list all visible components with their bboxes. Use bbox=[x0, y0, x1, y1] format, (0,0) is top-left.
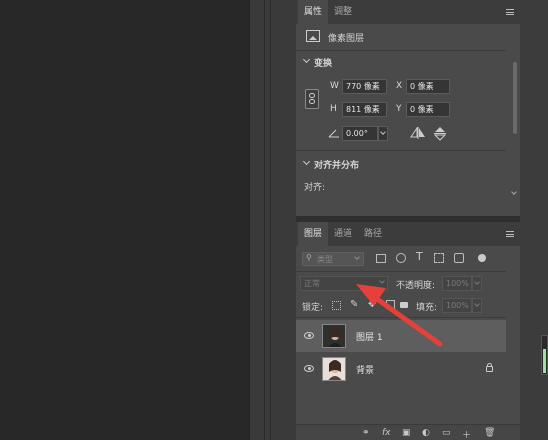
fill-dropdown[interactable] bbox=[472, 298, 482, 313]
filter-toggle-icon[interactable] bbox=[478, 254, 486, 262]
flip-vertical-icon[interactable] bbox=[433, 126, 447, 141]
filter-pixel-icon[interactable] bbox=[376, 254, 386, 263]
properties-panel: 属性 调整 像素图层 变换 W 770 像素 X 0 像素 H 811 像素 Y… bbox=[296, 0, 520, 216]
width-label: W bbox=[330, 81, 339, 91]
new-group-icon[interactable]: ▭ bbox=[442, 428, 451, 438]
link-layers-icon[interactable]: ⚭ bbox=[362, 428, 370, 438]
fx-icon[interactable]: fx bbox=[382, 428, 391, 438]
new-layer-icon[interactable]: ＋ bbox=[462, 428, 471, 440]
x-input[interactable]: 0 像素 bbox=[406, 79, 450, 94]
layer-name[interactable]: 背景 bbox=[356, 363, 374, 376]
filter-adjustment-icon[interactable] bbox=[396, 253, 406, 263]
filter-type-icon[interactable]: T bbox=[416, 250, 423, 263]
layer-filter-select[interactable]: ⚲ 类型 bbox=[302, 252, 364, 266]
adjustment-layer-icon[interactable]: ◐ bbox=[422, 428, 430, 438]
transform-section-title: 变换 bbox=[314, 59, 333, 69]
visibility-eye-icon[interactable] bbox=[304, 332, 314, 339]
filter-type-label: 类型 bbox=[317, 255, 333, 264]
tab-channels[interactable]: 通道 bbox=[328, 222, 358, 246]
width-input[interactable]: 770 像素 bbox=[342, 79, 387, 94]
opacity-dropdown[interactable] bbox=[472, 276, 482, 291]
visibility-eye-icon[interactable] bbox=[304, 365, 314, 372]
x-label: X bbox=[396, 81, 403, 91]
panel-dock-gutter bbox=[250, 0, 296, 440]
divider bbox=[296, 150, 506, 151]
divider bbox=[296, 50, 506, 51]
scroll-down-icon[interactable] bbox=[511, 189, 517, 195]
panel-menu-icon[interactable] bbox=[506, 231, 514, 237]
layers-footer: ⚭ fx ▣ ◐ ▭ ＋ 🗑 bbox=[296, 424, 520, 440]
angle-dropdown[interactable] bbox=[378, 126, 388, 141]
link-dimensions-icon[interactable] bbox=[305, 89, 319, 109]
background-lock-icon[interactable] bbox=[486, 363, 493, 372]
add-mask-icon[interactable]: ▣ bbox=[402, 428, 411, 438]
tab-paths[interactable]: 路径 bbox=[358, 222, 388, 246]
properties-scrollbar-thumb[interactable] bbox=[513, 62, 517, 134]
pixel-layer-icon bbox=[306, 30, 320, 42]
height-label: H bbox=[330, 104, 337, 114]
collapse-align-chevron-icon[interactable] bbox=[302, 157, 311, 166]
layers-scrollbar[interactable] bbox=[512, 318, 518, 422]
tab-properties[interactable]: 属性 bbox=[298, 0, 329, 24]
document-canvas[interactable] bbox=[0, 0, 250, 440]
flip-horizontal-icon[interactable] bbox=[410, 126, 426, 139]
y-label: Y bbox=[396, 104, 402, 114]
properties-tabbar: 属性 调整 bbox=[296, 0, 520, 24]
height-input[interactable]: 811 像素 bbox=[342, 102, 387, 117]
align-section-title: 对齐并分布 bbox=[314, 161, 360, 171]
annotation-arrow bbox=[356, 284, 443, 347]
annotation-arrow-shaft bbox=[367, 291, 443, 347]
filter-smart-object-icon[interactable] bbox=[454, 253, 464, 263]
collapse-transform-chevron-icon[interactable] bbox=[302, 55, 311, 64]
layer-kind-label: 像素图层 bbox=[328, 34, 365, 44]
layer-row-background[interactable]: 背景 bbox=[296, 353, 506, 385]
tab-adjustments[interactable]: 调整 bbox=[328, 0, 358, 24]
tab-layers[interactable]: 图层 bbox=[298, 222, 329, 246]
layer-thumbnail bbox=[322, 357, 346, 381]
trash-icon[interactable]: 🗑 bbox=[484, 428, 495, 438]
search-icon: ⚲ bbox=[306, 253, 312, 262]
align-label: 对齐: bbox=[304, 183, 326, 193]
panel-menu-icon[interactable] bbox=[506, 9, 514, 15]
angle-icon bbox=[328, 129, 340, 138]
lock-label: 锁定: bbox=[302, 303, 324, 313]
angle-input[interactable]: 0.00° bbox=[342, 126, 378, 141]
filter-shape-icon[interactable] bbox=[434, 253, 444, 263]
y-input[interactable]: 0 像素 bbox=[406, 102, 450, 117]
layers-tabbar: 图层 通道 路径 bbox=[296, 222, 520, 246]
activity-meter bbox=[541, 335, 548, 375]
